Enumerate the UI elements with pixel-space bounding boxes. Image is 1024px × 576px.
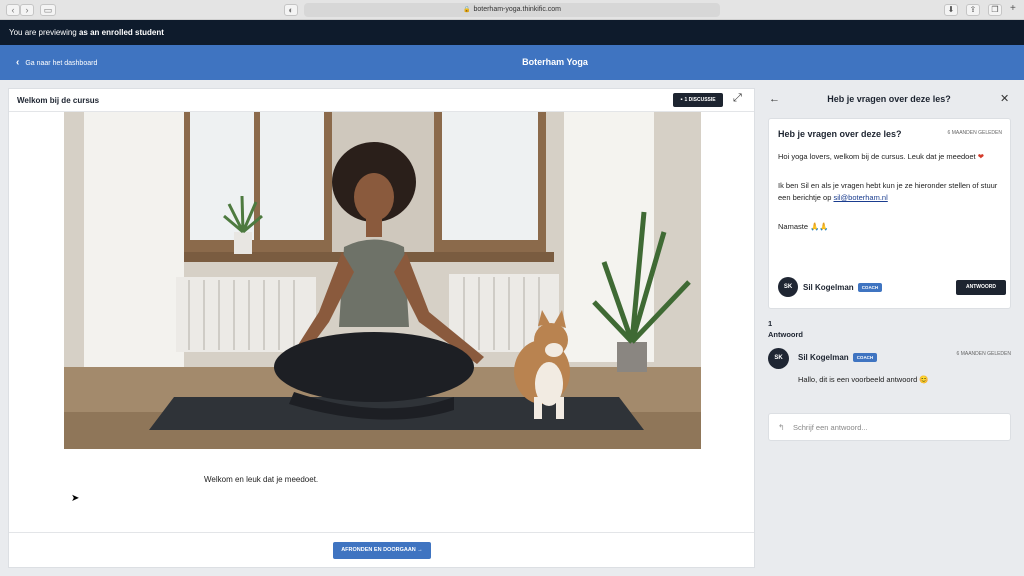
question-body: Hoi yoga lovers, welkom bij de cursus. L… xyxy=(778,151,1006,250)
reply-icon: ↰ xyxy=(778,423,785,432)
heart-icon: ❤ xyxy=(977,152,984,161)
preview-banner-prefix: You are previewing xyxy=(9,28,79,37)
expand-icon[interactable]: ⤢ xyxy=(733,92,742,105)
close-icon[interactable]: ✕ xyxy=(1000,88,1009,110)
address-bar[interactable]: 🔒 boterham-yoga.thinkific.com xyxy=(304,3,720,17)
discussion-button[interactable]: ▪ 1 DISCUSSIE xyxy=(673,93,723,107)
answer-author: Sil Kogelman COACH xyxy=(798,349,878,367)
downloads-icon[interactable]: ⬇ xyxy=(944,4,958,16)
question-card: Heb je vragen over deze les? 6 MAANDEN G… xyxy=(768,118,1011,309)
answer-count-number: 1 xyxy=(768,319,773,328)
preview-banner: You are previewing as an enrolled studen… xyxy=(0,20,1024,45)
lesson-title: Welkom bij de cursus xyxy=(17,96,100,105)
preview-banner-mode: as an enrolled student xyxy=(78,28,164,37)
site-header: ‹ Ga naar het dashboard Boterham Yoga xyxy=(0,45,1024,80)
coach-badge: COACH xyxy=(852,353,878,363)
question-timestamp: 6 MAANDEN GELEDEN xyxy=(947,130,1002,136)
coach-badge: COACH xyxy=(857,282,883,292)
question-title: Heb je vragen over deze les? xyxy=(778,129,902,139)
author-name: Sil Kogelman xyxy=(803,282,854,292)
answer-count-label: Antwoord xyxy=(768,330,803,339)
share-icon[interactable]: ⇪ xyxy=(966,4,980,16)
email-link[interactable]: sil@boterham.nl xyxy=(833,193,887,202)
question-line-welcome: Hoi yoga lovers, welkom bij de cursus. L… xyxy=(778,152,976,161)
lock-icon: 🔒 xyxy=(462,7,471,13)
answer-timestamp: 6 MAANDEN GELEDEN xyxy=(956,351,1011,357)
lesson-header: Welkom bij de cursus ▪ 1 DISCUSSIE ⤢ xyxy=(9,89,754,112)
address-bar-url: boterham-yoga.thinkific.com xyxy=(473,6,562,13)
privacy-shield-icon[interactable]: ◐ xyxy=(284,4,298,16)
discussion-button-label: 1 DISCUSSIE xyxy=(684,97,716,103)
reply-input[interactable]: ↰ Schrijf een antwoord... xyxy=(768,413,1011,441)
answer-text: Hallo, dit is een voorbeeld antwoord 😊 xyxy=(798,375,929,384)
answer-count: 1 Antwoord xyxy=(768,318,803,340)
question-author: SK Sil Kogelman COACH ANTWOORD xyxy=(778,277,1006,297)
new-tab-icon[interactable]: + xyxy=(1010,3,1016,14)
sidebar-toggle-icon[interactable]: ▭ xyxy=(40,4,56,16)
discussion-header: ← Heb je vragen over deze les? ✕ xyxy=(760,88,1024,110)
lesson-image xyxy=(64,112,701,449)
reply-button[interactable]: ANTWOORD xyxy=(956,280,1006,295)
yoga-photo xyxy=(64,112,701,449)
mouse-cursor-icon: ➤ xyxy=(71,493,80,504)
tabs-icon[interactable]: ❐ xyxy=(988,4,1002,16)
discussion-panel-title: Heb je vragen over deze les? xyxy=(827,94,951,104)
browser-forward-button[interactable]: › xyxy=(20,4,34,16)
lesson-body-text: Welkom en leuk dat je meedoet. xyxy=(204,475,319,484)
lesson-footer-divider xyxy=(9,532,754,533)
answer-item: SK Sil Kogelman COACH 6 MAANDEN GELEDEN H… xyxy=(768,344,1011,390)
browser-toolbar: ‹ › ▭ ◐ 🔒 boterham-yoga.thinkific.com ⬇ ⇪… xyxy=(0,0,1024,20)
reply-placeholder: Schrijf een antwoord... xyxy=(793,423,868,432)
chat-icon: ▪ xyxy=(680,97,683,103)
lesson-panel: Welkom bij de cursus ▪ 1 DISCUSSIE ⤢ Wel… xyxy=(8,88,755,568)
browser-back-button[interactable]: ‹ xyxy=(6,4,20,16)
author-name: Sil Kogelman xyxy=(798,353,849,363)
avatar: SK xyxy=(768,348,789,369)
course-title: Boterham Yoga xyxy=(522,57,588,67)
complete-and-continue-button[interactable]: AFRONDEN EN DOORGAAN → xyxy=(333,542,431,559)
avatar: SK xyxy=(778,277,798,297)
question-line-namaste: Namaste 🙏🙏 xyxy=(778,222,829,231)
